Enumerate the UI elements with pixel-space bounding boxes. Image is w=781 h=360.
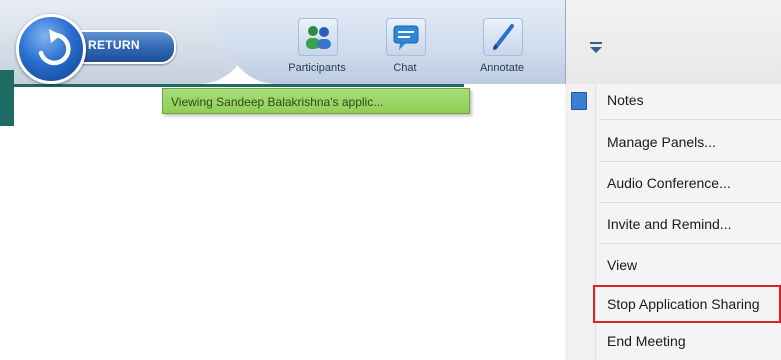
- teal-accent-strip: [0, 70, 14, 126]
- menu-divider: [600, 119, 781, 120]
- return-label: RETURN: [88, 38, 140, 52]
- menu-item-invite-and-remind[interactable]: Invite and Remind...: [596, 205, 781, 243]
- menu-item-end-meeting[interactable]: End Meeting: [596, 322, 781, 360]
- chat-label: Chat: [393, 62, 417, 74]
- participants-icon: [298, 18, 338, 56]
- menu-item-notes[interactable]: Notes: [596, 81, 781, 119]
- menu-icon-gutter: [565, 84, 596, 360]
- annotate-icon: [483, 18, 523, 56]
- annotate-label: Annotate: [479, 62, 525, 74]
- viewing-tooltip: Viewing Sandeep Balakrishna's applic...: [162, 88, 470, 114]
- participants-label: Participants: [288, 62, 346, 74]
- return-circle[interactable]: [16, 14, 86, 84]
- chevron-down-icon: [590, 42, 602, 53]
- menu-divider: [600, 243, 781, 244]
- menu-divider: [600, 202, 781, 203]
- highlight-box: [593, 285, 781, 323]
- chat-icon: [386, 18, 426, 56]
- menu-toggle-button[interactable]: [583, 36, 609, 58]
- return-arrow-icon: [38, 29, 71, 66]
- teal-accent-line: [14, 84, 464, 87]
- menu-item-manage-panels[interactable]: Manage Panels...: [596, 123, 781, 161]
- menu-item-audio-conference[interactable]: Audio Conference...: [596, 164, 781, 202]
- menu-divider: [600, 161, 781, 162]
- notes-icon: [571, 92, 587, 110]
- toolbar-separator: [565, 0, 566, 84]
- menu-item-view[interactable]: View: [596, 246, 781, 284]
